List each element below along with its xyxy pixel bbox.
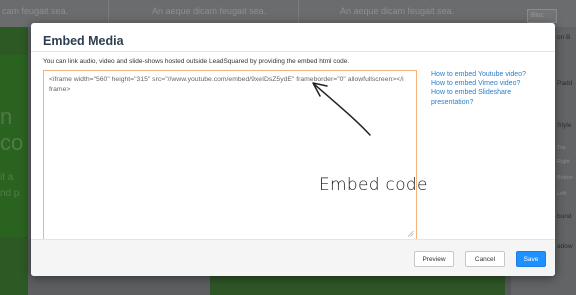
dialog-footer: Preview Cancel Save (31, 239, 555, 276)
properties-label: adow (557, 243, 573, 250)
properties-label: Style (557, 122, 572, 129)
background-heading-fragment: n (0, 104, 13, 129)
background-cell: cam feugait sea. (2, 6, 69, 16)
vimeo-help-link[interactable]: How to embed Vimeo video? (431, 79, 531, 88)
properties-item: Left (557, 191, 567, 197)
embed-media-dialog: Embed Media You can link audio, video an… (31, 23, 555, 276)
title-divider (31, 51, 555, 52)
properties-label: Padd (557, 80, 573, 87)
background-heading-fragment: co (0, 130, 24, 155)
background-text-fragment: it a (0, 172, 14, 183)
help-links: How to embed Youtube video? How to embed… (431, 70, 531, 107)
background-cell: An aeque dicam feugait sea. (152, 6, 267, 16)
background-text-fragment: nd p (0, 188, 20, 199)
dialog-title: Embed Media (43, 34, 124, 48)
properties-item: Right (557, 159, 570, 165)
background-block-chip: Bloc (527, 9, 557, 23)
properties-item: Top (557, 145, 566, 151)
background-cell: An aeque dicam feugait sea. (340, 6, 455, 16)
embed-code-value: <iframe width="560" height="315" src="//… (49, 76, 404, 93)
properties-label: on B (557, 34, 571, 41)
preview-button[interactable]: Preview (414, 251, 454, 267)
resize-grip-icon[interactable] (407, 230, 414, 237)
save-button[interactable]: Save (516, 251, 546, 267)
dialog-description: You can link audio, video and slide-show… (43, 58, 350, 65)
embed-code-textarea[interactable]: <iframe width="560" height="315" src="//… (43, 70, 417, 240)
annotation-label: Embed code (319, 175, 428, 195)
properties-label: bund (557, 213, 572, 220)
youtube-help-link[interactable]: How to embed Youtube video? (431, 70, 531, 79)
slideshare-help-link[interactable]: How to embed Slideshare presentation? (431, 88, 531, 106)
cancel-button[interactable]: Cancel (465, 251, 505, 267)
properties-item: Botton (557, 175, 573, 181)
